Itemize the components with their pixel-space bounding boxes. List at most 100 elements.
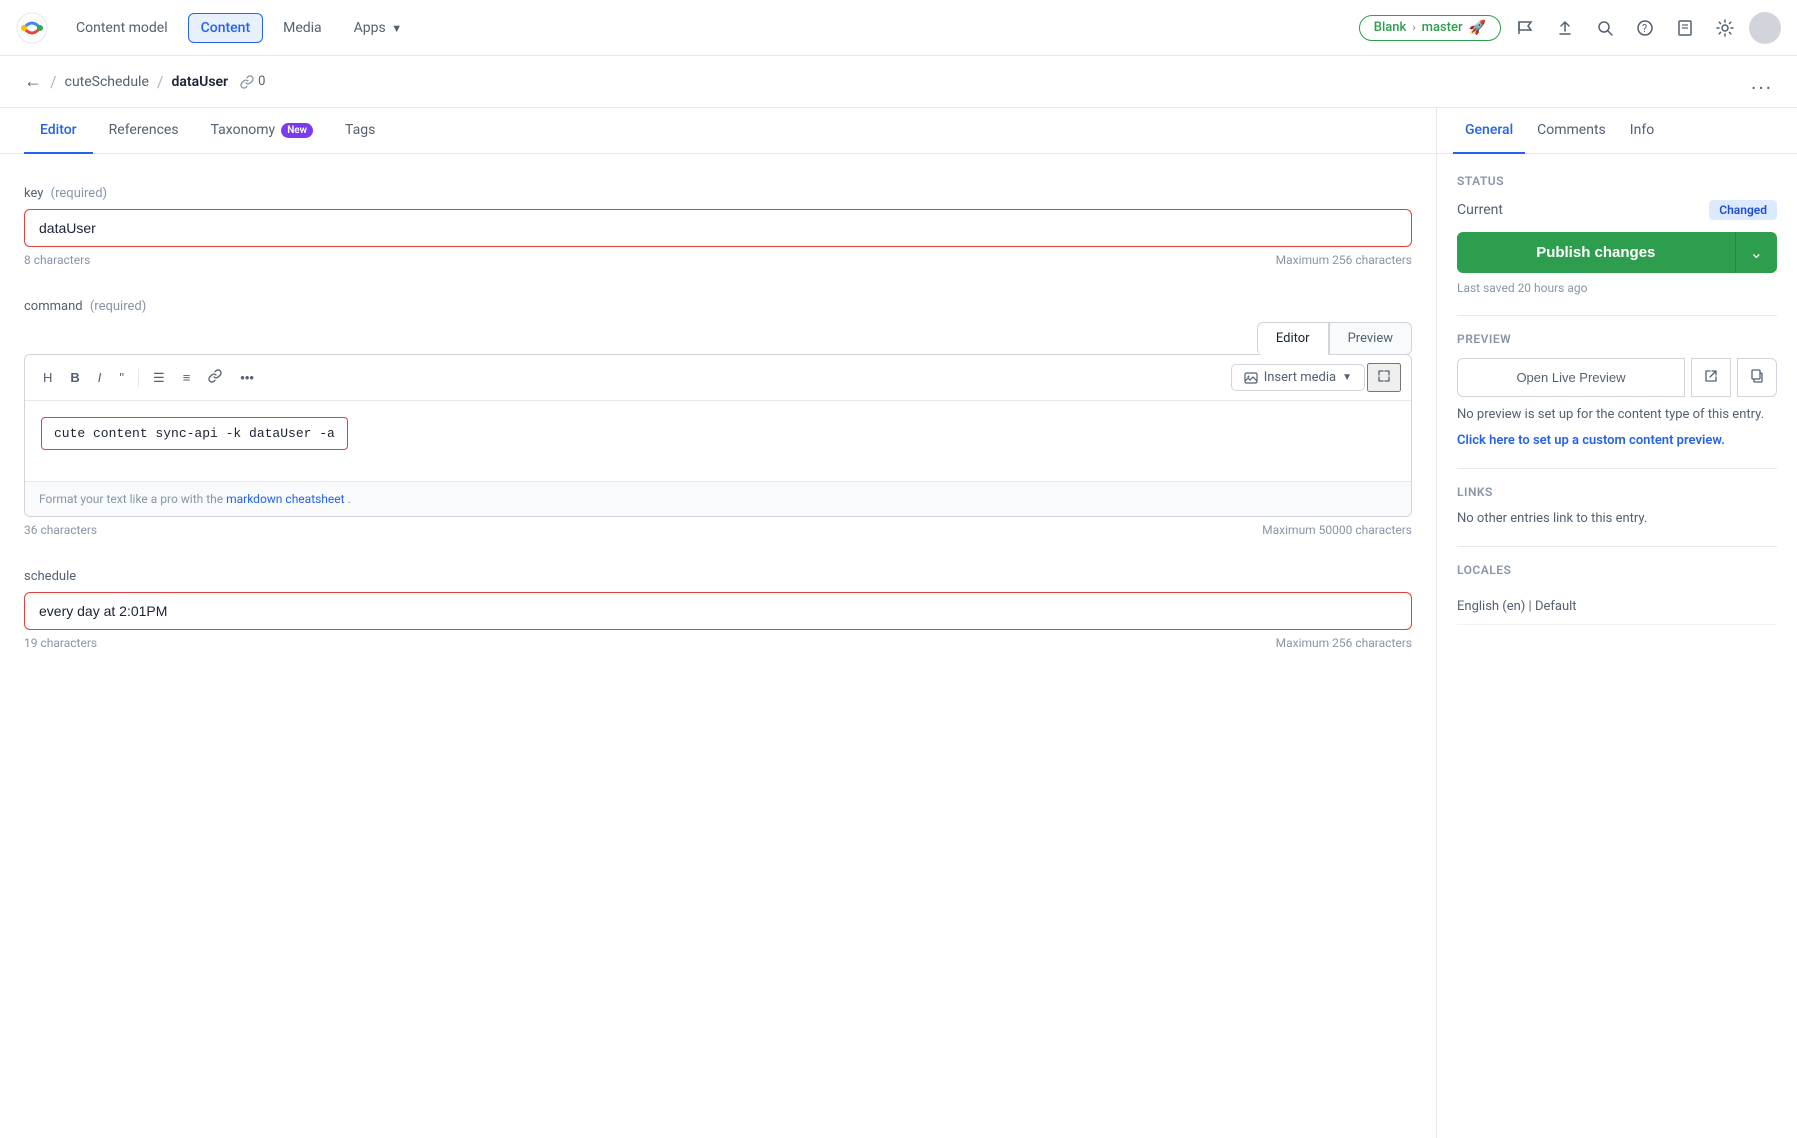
avatar[interactable] bbox=[1749, 12, 1781, 44]
content-area: key (required) 8 characters Maximum 256 … bbox=[0, 154, 1436, 1138]
editor-footer: Format your text like a pro with the mar… bbox=[25, 481, 1411, 516]
apps-chevron-icon: ▼ bbox=[391, 22, 402, 35]
preview-section-label: Preview bbox=[1457, 332, 1777, 346]
rich-text-editor: H B I " ☰ ≡ ••• Ins bbox=[24, 354, 1412, 517]
tab-editor[interactable]: Editor bbox=[24, 108, 93, 154]
external-link-icon-btn[interactable] bbox=[1691, 358, 1731, 397]
key-input[interactable] bbox=[24, 209, 1412, 247]
copy-icon bbox=[1750, 369, 1764, 383]
branch-selector[interactable]: Blank › master 🚀 bbox=[1359, 15, 1501, 41]
image-icon bbox=[1244, 371, 1258, 385]
insert-media-chevron: ▼ bbox=[1342, 372, 1352, 383]
command-meta: 36 characters Maximum 50000 characters bbox=[24, 523, 1412, 537]
toolbar-bold-btn[interactable]: B bbox=[62, 366, 87, 389]
command-code-block: cute content sync-api -k dataUser -a bbox=[41, 417, 348, 450]
flag-icon-btn[interactable] bbox=[1509, 12, 1541, 44]
svg-text:?: ? bbox=[1642, 22, 1647, 35]
nav-media[interactable]: Media bbox=[271, 14, 334, 42]
top-nav: Content model Content Media Apps ▼ Blank… bbox=[0, 0, 1797, 56]
breadcrumb-back-btn[interactable]: ← bbox=[24, 71, 42, 92]
locale-item[interactable]: English (en) | Default bbox=[1457, 589, 1777, 625]
nav-apps[interactable]: Apps ▼ bbox=[342, 14, 414, 42]
book-icon-btn[interactable] bbox=[1669, 12, 1701, 44]
right-tab-info[interactable]: Info bbox=[1618, 108, 1666, 154]
right-content: Status Current Changed Publish changes ⌄… bbox=[1437, 154, 1797, 1138]
current-label: Current bbox=[1457, 202, 1503, 218]
more-menu-btn[interactable]: ... bbox=[1751, 70, 1773, 94]
command-field-group: command (required) Editor Preview H B I … bbox=[24, 299, 1412, 537]
schedule-meta: 19 characters Maximum 256 characters bbox=[24, 636, 1412, 650]
markdown-cheatsheet-link[interactable]: markdown cheatsheet bbox=[226, 492, 344, 506]
branch-rocket-icon: 🚀 bbox=[1469, 20, 1486, 36]
divider2 bbox=[1457, 468, 1777, 469]
open-live-preview-btn[interactable]: Open Live Preview bbox=[1457, 358, 1685, 397]
publish-btn-row: Publish changes ⌄ bbox=[1457, 232, 1777, 273]
status-row: Current Changed bbox=[1457, 200, 1777, 220]
toolbar-more-btn[interactable]: ••• bbox=[232, 366, 262, 389]
status-badge: Changed bbox=[1709, 200, 1777, 220]
nav-content[interactable]: Content bbox=[188, 13, 264, 43]
schedule-label: schedule bbox=[24, 569, 1412, 584]
links-note-text: No other entries link to this entry. bbox=[1457, 511, 1777, 526]
nav-content-model[interactable]: Content model bbox=[64, 14, 180, 42]
insert-media-btn[interactable]: Insert media ▼ bbox=[1231, 364, 1365, 391]
logo[interactable] bbox=[16, 12, 48, 44]
toolbar-link-btn[interactable] bbox=[200, 365, 230, 390]
search-icon-btn[interactable] bbox=[1589, 12, 1621, 44]
right-tabs: General Comments Info bbox=[1437, 108, 1797, 154]
key-meta: 8 characters Maximum 256 characters bbox=[24, 253, 1412, 267]
toolbar-ol-btn[interactable]: ≡ bbox=[175, 366, 199, 389]
toolbar-italic-btn[interactable]: I bbox=[90, 366, 110, 389]
editor-mode-tabs: Editor Preview bbox=[24, 322, 1412, 355]
tab-references[interactable]: References bbox=[93, 108, 195, 154]
links-section-label: Links bbox=[1457, 485, 1777, 499]
help-icon-btn[interactable]: ? bbox=[1629, 12, 1661, 44]
main-layout: Editor References Taxonomy New Tags key … bbox=[0, 108, 1797, 1138]
locales-section: Locales English (en) | Default bbox=[1457, 563, 1777, 625]
publish-changes-btn[interactable]: Publish changes bbox=[1457, 232, 1735, 273]
new-badge: New bbox=[281, 123, 313, 138]
right-tab-general[interactable]: General bbox=[1453, 108, 1525, 154]
toolbar-quote-btn[interactable]: " bbox=[111, 366, 132, 389]
toolbar-sep1 bbox=[138, 369, 139, 387]
branch-arrow: › bbox=[1412, 21, 1415, 34]
last-saved-text: Last saved 20 hours ago bbox=[1457, 281, 1777, 295]
copy-link-icon-btn[interactable] bbox=[1737, 358, 1777, 397]
divider3 bbox=[1457, 546, 1777, 547]
editor-toolbar: H B I " ☰ ≡ ••• Ins bbox=[25, 355, 1411, 401]
schedule-input[interactable] bbox=[24, 592, 1412, 630]
ref-badge[interactable]: 0 bbox=[240, 74, 265, 89]
link-icon bbox=[240, 75, 254, 89]
key-field-group: key (required) 8 characters Maximum 256 … bbox=[24, 186, 1412, 267]
key-label: key (required) bbox=[24, 186, 1412, 201]
breadcrumb-bar: ← / cuteSchedule / dataUser 0 ... bbox=[0, 56, 1797, 108]
tabs-bar: Editor References Taxonomy New Tags bbox=[0, 108, 1436, 154]
schedule-field-group: schedule 19 characters Maximum 256 chara… bbox=[24, 569, 1412, 650]
status-section-label: Status bbox=[1457, 174, 1777, 188]
editor-mode-tab[interactable]: Editor bbox=[1257, 322, 1329, 355]
breadcrumb-parent[interactable]: cuteSchedule bbox=[65, 74, 149, 90]
preview-mode-tab[interactable]: Preview bbox=[1329, 322, 1412, 355]
breadcrumb-sep: / bbox=[50, 72, 57, 91]
tab-tags[interactable]: Tags bbox=[329, 108, 391, 154]
right-tab-comments[interactable]: Comments bbox=[1525, 108, 1618, 154]
right-panel: General Comments Info Status Current Cha… bbox=[1437, 108, 1797, 1138]
toolbar-ul-btn[interactable]: ☰ bbox=[145, 366, 173, 390]
expand-btn[interactable] bbox=[1367, 363, 1401, 392]
editor-body[interactable]: cute content sync-api -k dataUser -a bbox=[25, 401, 1411, 481]
publish-dropdown-btn[interactable]: ⌄ bbox=[1735, 232, 1777, 273]
breadcrumb-current: dataUser bbox=[172, 74, 229, 90]
links-section: Links No other entries link to this entr… bbox=[1457, 485, 1777, 526]
left-panel: Editor References Taxonomy New Tags key … bbox=[0, 108, 1437, 1138]
upload-icon-btn[interactable] bbox=[1549, 12, 1581, 44]
tab-taxonomy[interactable]: Taxonomy New bbox=[195, 108, 329, 154]
external-link-icon bbox=[1704, 369, 1718, 383]
locales-section-label: Locales bbox=[1457, 563, 1777, 577]
settings-icon-btn[interactable] bbox=[1709, 12, 1741, 44]
toolbar-h-btn[interactable]: H bbox=[35, 366, 60, 389]
breadcrumb-sep2: / bbox=[157, 72, 164, 91]
open-preview-row: Open Live Preview bbox=[1457, 358, 1777, 397]
preview-section: Preview Open Live Preview No preview is … bbox=[1457, 332, 1777, 448]
custom-preview-link[interactable]: Click here to set up a custom content pr… bbox=[1457, 433, 1777, 448]
divider1 bbox=[1457, 315, 1777, 316]
